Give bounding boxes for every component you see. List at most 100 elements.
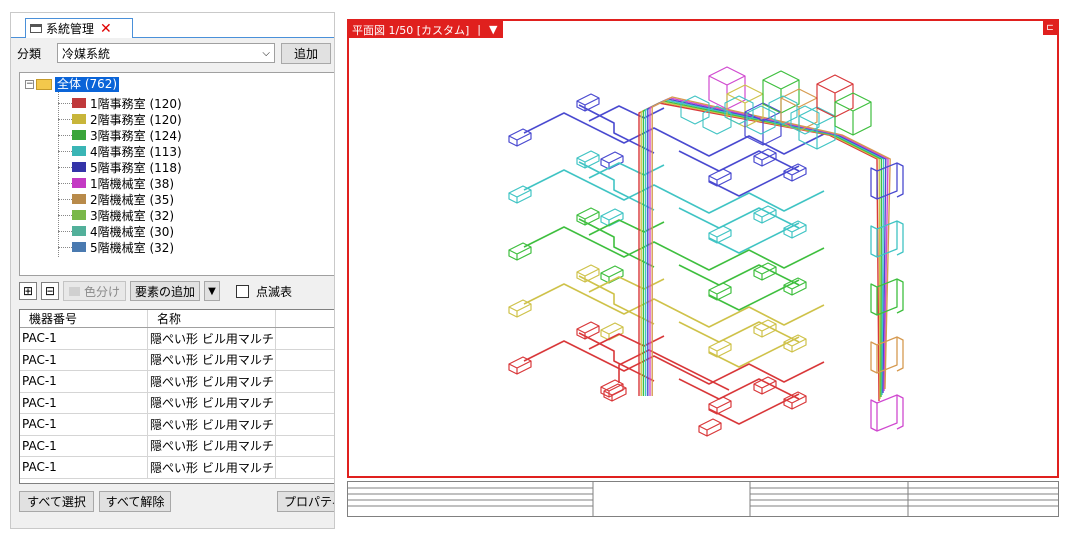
table-header: 機器番号 名称 [20, 310, 334, 328]
column-header[interactable]: 名称 [148, 310, 276, 327]
color-swatch [72, 146, 86, 156]
indoor-unit[interactable] [783, 277, 807, 296]
drawing-title-block [347, 481, 1059, 517]
tree-item[interactable]: 4階事務室 (113) [58, 143, 182, 159]
dropdown-arrow-icon[interactable]: ▼ [204, 281, 221, 301]
deselect-all-button[interactable]: すべて解除 [99, 491, 171, 512]
indoor-unit[interactable] [708, 339, 732, 358]
refrigerant-riser[interactable] [640, 101, 881, 400]
table-row[interactable]: PAC-1 隠ぺい形 ビル用マルチ... [20, 457, 334, 479]
system-tree[interactable]: − 全体 (762) 1階事務室 (120) 2階事務室 (120) 3階事務室… [19, 72, 334, 276]
tree-item[interactable]: 2階事務室 (120) [58, 111, 182, 127]
floor-cabinet[interactable] [870, 394, 904, 432]
table-row[interactable]: PAC-1 隠ぺい形 ビル用マルチ... [20, 414, 334, 436]
category-value: 冷媒系統 [62, 46, 111, 61]
tree-item-label: 4階事務室 (113) [90, 144, 182, 159]
table-row[interactable]: PAC-1 隠ぺい形 ビル用マルチ... [20, 435, 334, 457]
indoor-unit[interactable] [576, 93, 600, 112]
tab-system-management[interactable]: 系統管理 ✕ [25, 18, 133, 38]
expand-all-icon[interactable]: ⊞ [19, 282, 37, 300]
view-tag-label: 平面図 1/50 [カスタム] [352, 23, 470, 37]
tree-toolbar: ⊞ ⊟ 色分け 要素の追加 ▼ 点滅表 [19, 280, 334, 302]
indoor-unit[interactable] [708, 396, 732, 415]
chevron-down-icon: ⌵ [262, 47, 270, 59]
tag-separator: | [477, 23, 481, 36]
floor-cabinet[interactable] [870, 336, 904, 374]
folder-icon [36, 78, 52, 90]
table-row[interactable]: PAC-1 隠ぺい形 ビル用マルチ... [20, 392, 334, 414]
indoor-unit[interactable] [783, 163, 807, 182]
indoor-unit[interactable] [708, 225, 732, 244]
indoor-unit[interactable] [576, 150, 600, 169]
indoor-unit[interactable] [508, 356, 532, 375]
tree-item[interactable]: 3階事務室 (124) [58, 127, 182, 143]
view-scale-tag[interactable]: 平面図 1/50 [カスタム] | ▼ [349, 21, 504, 38]
branch-pipe[interactable] [618, 349, 730, 391]
close-icon[interactable]: ✕ [100, 21, 112, 37]
tree-item-label: 5階機械室 (32) [90, 240, 175, 255]
tree-root[interactable]: − 全体 (762) [25, 76, 120, 92]
color-swatch [72, 210, 86, 220]
table-row[interactable]: PAC-1 隠ぺい形 ビル用マルチ... [20, 349, 334, 371]
tree-item[interactable]: 1階事務室 (120) [58, 95, 182, 111]
tab-title: 系統管理 [46, 22, 95, 36]
indoor-unit[interactable] [508, 299, 532, 318]
window-icon [30, 24, 42, 33]
color-swatch [72, 162, 86, 172]
tree-item-label: 2階事務室 (120) [90, 112, 182, 127]
indoor-unit[interactable] [708, 168, 732, 187]
indoor-unit[interactable] [576, 207, 600, 226]
collapse-all-icon[interactable]: ⊟ [41, 282, 59, 300]
category-select[interactable]: 冷媒系統 ⌵ [57, 43, 275, 63]
tree-item[interactable]: 1階機械室 (38) [58, 175, 174, 191]
select-all-button[interactable]: すべて選択 [19, 491, 94, 512]
panel-tab-bar: 系統管理 ✕ [11, 13, 334, 38]
indoor-unit[interactable] [783, 334, 807, 353]
tree-item[interactable]: 4階機械室 (30) [58, 223, 174, 239]
blink-checkbox[interactable] [236, 284, 250, 298]
indoor-unit[interactable] [698, 418, 722, 437]
tree-item-label: 1階機械室 (38) [90, 176, 175, 191]
add-button[interactable]: 追加 [281, 42, 331, 64]
branch-pipe[interactable] [678, 378, 800, 400]
indoor-unit[interactable] [708, 282, 732, 301]
tree-item[interactable]: 2階機械室 (35) [58, 191, 174, 207]
dropdown-triangle-icon[interactable]: ▼ [489, 23, 497, 36]
indoor-unit[interactable] [508, 242, 532, 261]
blink-label: 点滅表 [256, 284, 293, 299]
branch-pipe[interactable] [678, 321, 800, 343]
floor-plan-view[interactable]: 平面図 1/50 [カスタム] | ▼ ⊏ [347, 19, 1059, 478]
table-row[interactable]: PAC-1 隠ぺい形 ビル用マルチ... [20, 371, 334, 393]
branch-pipe[interactable] [678, 264, 800, 286]
color-swatch [72, 114, 86, 124]
properties-button[interactable]: プロパティ表 [277, 491, 334, 512]
color-coding-button[interactable]: 色分け [63, 281, 127, 301]
branch-pipe[interactable] [678, 207, 800, 229]
tree-item-label: 1階事務室 (120) [90, 96, 182, 111]
tree-item[interactable]: 3階機械室 (32) [58, 207, 174, 223]
indoor-unit[interactable] [783, 391, 807, 410]
tree-item[interactable]: 5階機械室 (32) [58, 239, 174, 255]
indoor-unit[interactable] [576, 321, 600, 340]
tree-item[interactable]: 5階事務室 (118) [58, 159, 182, 175]
add-element-button[interactable]: 要素の追加 [130, 281, 201, 301]
tree-item-label: 5階事務室 (118) [90, 160, 182, 175]
category-label: 分類 [17, 46, 42, 61]
color-swatch [72, 194, 86, 204]
table-row[interactable]: PAC-1 隠ぺい形 ビル用マルチ... [20, 328, 334, 350]
indoor-unit[interactable] [603, 383, 627, 402]
indoor-unit[interactable] [783, 220, 807, 239]
branch-pipe[interactable] [523, 112, 825, 157]
indoor-unit[interactable] [508, 128, 532, 147]
column-header[interactable]: 機器番号 [20, 310, 148, 327]
isometric-piping-drawing[interactable] [349, 21, 1057, 476]
indoor-unit[interactable] [576, 264, 600, 283]
refrigerant-riser[interactable] [642, 100, 883, 398]
collapse-icon[interactable]: − [25, 79, 34, 89]
pin-icon[interactable]: ⊏ [1043, 21, 1057, 35]
title-block-grid [348, 482, 1058, 516]
category-row: 分類 冷媒系統 ⌵ 追加 [17, 42, 334, 64]
indoor-unit[interactable] [508, 185, 532, 204]
system-management-panel: 系統管理 ✕ 分類 冷媒系統 ⌵ 追加 − 全体 (762) 1階事務室 (12… [10, 12, 335, 529]
branch-pipe[interactable] [678, 150, 800, 172]
